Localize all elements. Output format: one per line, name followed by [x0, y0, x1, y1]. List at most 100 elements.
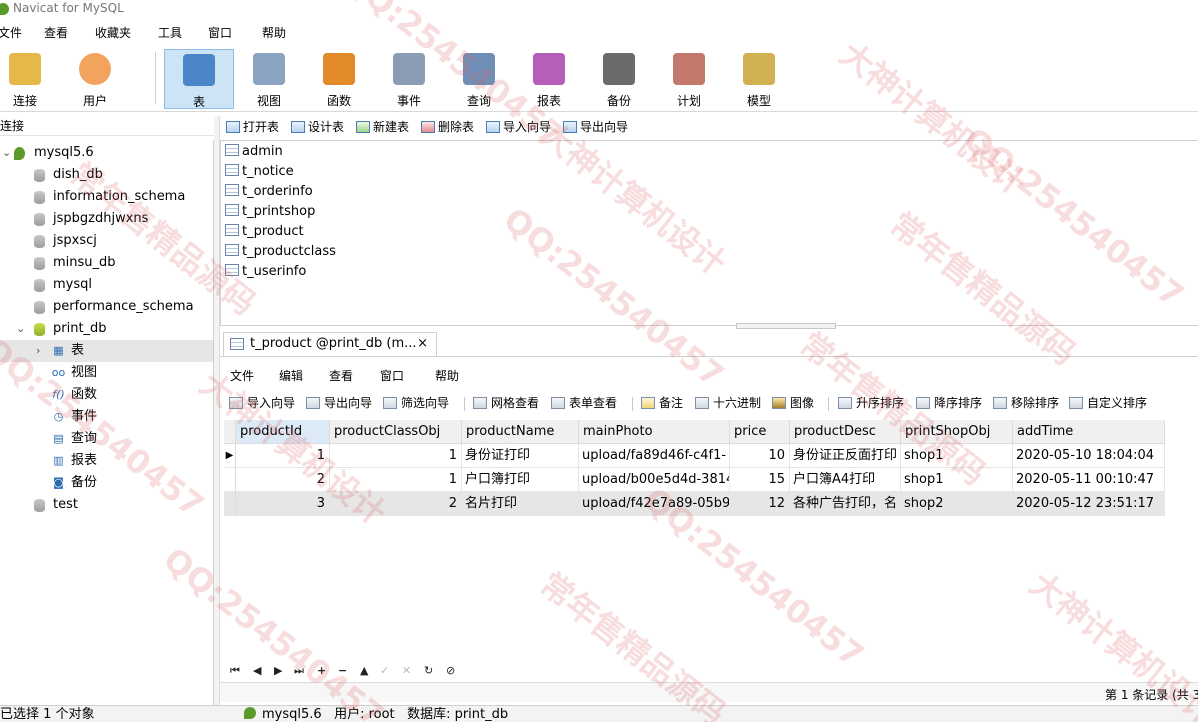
query-button[interactable]: 查询 [444, 49, 514, 109]
horizontal-splitter-handle[interactable] [736, 323, 836, 329]
edit-record-icon[interactable]: ▲ [360, 662, 368, 680]
menu-window[interactable]: 窗口 [208, 24, 232, 41]
row-selector-current-icon[interactable]: ▶ [224, 444, 236, 468]
tree-db-information_schema[interactable]: information_schema [0, 186, 213, 208]
design-table-button[interactable]: 设计表 [291, 119, 344, 135]
menu-help[interactable]: 帮助 [262, 24, 286, 41]
column-header-productName[interactable]: productName [462, 420, 579, 444]
table-cell[interactable]: upload/b00e5d4d-3814 [579, 468, 730, 492]
menu-tools[interactable]: 工具 [158, 24, 182, 41]
table-item-t_orderinfo[interactable]: t_orderinfo [225, 182, 313, 202]
table-cell[interactable]: shop2 [901, 492, 1013, 516]
column-header-mainPhoto[interactable]: mainPhoto [579, 420, 730, 444]
tree-node-backups[interactable]: ◙ 备份 [0, 472, 213, 494]
schedule-button[interactable]: 计划 [654, 49, 724, 109]
first-record-icon[interactable]: ⏮ [230, 662, 240, 680]
delete-record-icon[interactable]: − [338, 662, 347, 680]
table-cell[interactable]: shop1 [901, 468, 1013, 492]
add-record-icon[interactable]: + [317, 662, 326, 680]
table-cell[interactable]: 15 [730, 468, 790, 492]
column-header-productId[interactable]: productId [236, 420, 330, 444]
table-cell[interactable]: 2020-05-12 23:51:17 [1013, 492, 1165, 516]
table-cell[interactable]: 2020-05-11 00:10:47 [1013, 468, 1165, 492]
memo-button[interactable]: 备注 [641, 395, 683, 411]
inner-menu-window[interactable]: 窗口 [380, 367, 404, 384]
remove-sort-button[interactable]: 移除排序 [993, 395, 1059, 411]
table-cell[interactable]: 户口簿打印 [462, 468, 579, 492]
table-cell[interactable]: 3 [236, 492, 330, 516]
tree-connection-mysql5-6[interactable]: ⌄ mysql5.6 [0, 142, 213, 164]
model-button[interactable]: 模型 [724, 49, 794, 109]
row-selector[interactable] [224, 468, 236, 492]
custom-sort-button[interactable]: 自定义排序 [1069, 395, 1147, 411]
table-cell[interactable]: 身份证正反面打印 [790, 444, 901, 468]
import-wizard-button[interactable]: 导入向导 [486, 119, 551, 135]
open-table-button[interactable]: 打开表 [226, 119, 279, 135]
table-cell[interactable]: 1 [330, 444, 462, 468]
inner-menu-help[interactable]: 帮助 [435, 367, 459, 384]
delete-table-button[interactable]: 删除表 [421, 119, 474, 135]
table-cell[interactable]: 身份证打印 [462, 444, 579, 468]
tree-node-events[interactable]: ◷ 事件 [0, 406, 213, 428]
view-button[interactable]: 视图 [234, 49, 304, 109]
grid-view-button[interactable]: 网格查看 [473, 395, 539, 411]
tree-db-dish_db[interactable]: dish_db [0, 164, 213, 186]
table-cell[interactable]: 2 [330, 492, 462, 516]
export-wizard-button[interactable]: 导出向导 [563, 119, 628, 135]
table-cell[interactable]: 1 [236, 444, 330, 468]
sort-ascending-button[interactable]: 升序排序 [838, 395, 904, 411]
table-cell[interactable]: 1 [330, 468, 462, 492]
image-button[interactable]: 图像 [772, 395, 814, 411]
inner-menu-edit[interactable]: 编辑 [279, 367, 303, 384]
discard-changes-icon[interactable]: ✕ [402, 662, 411, 680]
column-header-productDesc[interactable]: productDesc [790, 420, 901, 444]
table-button[interactable]: 表 [164, 49, 234, 109]
column-header-printShopObj[interactable]: printShopObj [901, 420, 1013, 444]
tree-db-minsu_db[interactable]: minsu_db [0, 252, 213, 274]
menu-favorites[interactable]: 收藏夹 [95, 24, 131, 41]
tree-db-jspbgzdhjwxns[interactable]: jspbgzdhjwxns [0, 208, 213, 230]
chevron-down-icon[interactable]: ⌄ [2, 142, 11, 164]
inner-menu-view[interactable]: 查看 [329, 367, 353, 384]
tree-db-performance_schema[interactable]: performance_schema [0, 296, 213, 318]
previous-record-icon[interactable]: ◀ [253, 662, 261, 680]
tree-node-functions[interactable]: f() 函数 [0, 384, 213, 406]
table-cell[interactable]: 户口簿A4打印 [790, 468, 901, 492]
table-cell[interactable]: upload/fa89d46f-c4f1- [579, 444, 730, 468]
tree-db-test[interactable]: test [0, 494, 213, 516]
table-cell[interactable]: 名片打印 [462, 492, 579, 516]
tree-db-print_db[interactable]: ⌄ print_db [0, 318, 213, 340]
menu-file[interactable]: 文件 [0, 24, 22, 41]
tree-db-mysql[interactable]: mysql [0, 274, 213, 296]
chevron-right-icon[interactable]: › [36, 340, 40, 362]
stop-icon[interactable]: ⊘ [446, 662, 455, 680]
table-cell[interactable]: 12 [730, 492, 790, 516]
import-wizard-button[interactable]: 导入向导 [229, 395, 295, 411]
inner-menu-file[interactable]: 文件 [230, 367, 254, 384]
table-item-t_printshop[interactable]: t_printshop [225, 202, 315, 222]
connect-button[interactable]: 连接 [0, 49, 60, 109]
backup-button[interactable]: 备份 [584, 49, 654, 109]
table-item-t_product[interactable]: t_product [225, 222, 304, 242]
report-button[interactable]: 报表 [514, 49, 584, 109]
table-item-admin[interactable]: admin [225, 142, 283, 162]
chevron-down-icon[interactable]: ⌄ [16, 318, 25, 340]
sort-descending-button[interactable]: 降序排序 [916, 395, 982, 411]
table-cell[interactable]: 10 [730, 444, 790, 468]
last-record-icon[interactable]: ⏭ [294, 662, 304, 680]
table-cell[interactable]: upload/f42e7a89-05b9 [579, 492, 730, 516]
hex-button[interactable]: 十六进制 [695, 395, 761, 411]
tree-node-views[interactable]: oo 视图 [0, 362, 213, 384]
form-view-button[interactable]: 表单查看 [551, 395, 617, 411]
table-item-t_notice[interactable]: t_notice [225, 162, 294, 182]
table-cell[interactable]: shop1 [901, 444, 1013, 468]
row-selector[interactable] [224, 492, 236, 516]
column-header-price[interactable]: price [730, 420, 790, 444]
table-item-t_productclass[interactable]: t_productclass [225, 242, 336, 262]
table-cell[interactable]: 2020-05-10 18:04:04 [1013, 444, 1165, 468]
tree-db-jspxscj[interactable]: jspxscj [0, 230, 213, 252]
event-button[interactable]: 事件 [374, 49, 444, 109]
function-button[interactable]: 函数 [304, 49, 374, 109]
user-button[interactable]: 用户 [60, 49, 130, 109]
tab-t-product[interactable]: t_product @print_db (m... × [223, 332, 437, 356]
